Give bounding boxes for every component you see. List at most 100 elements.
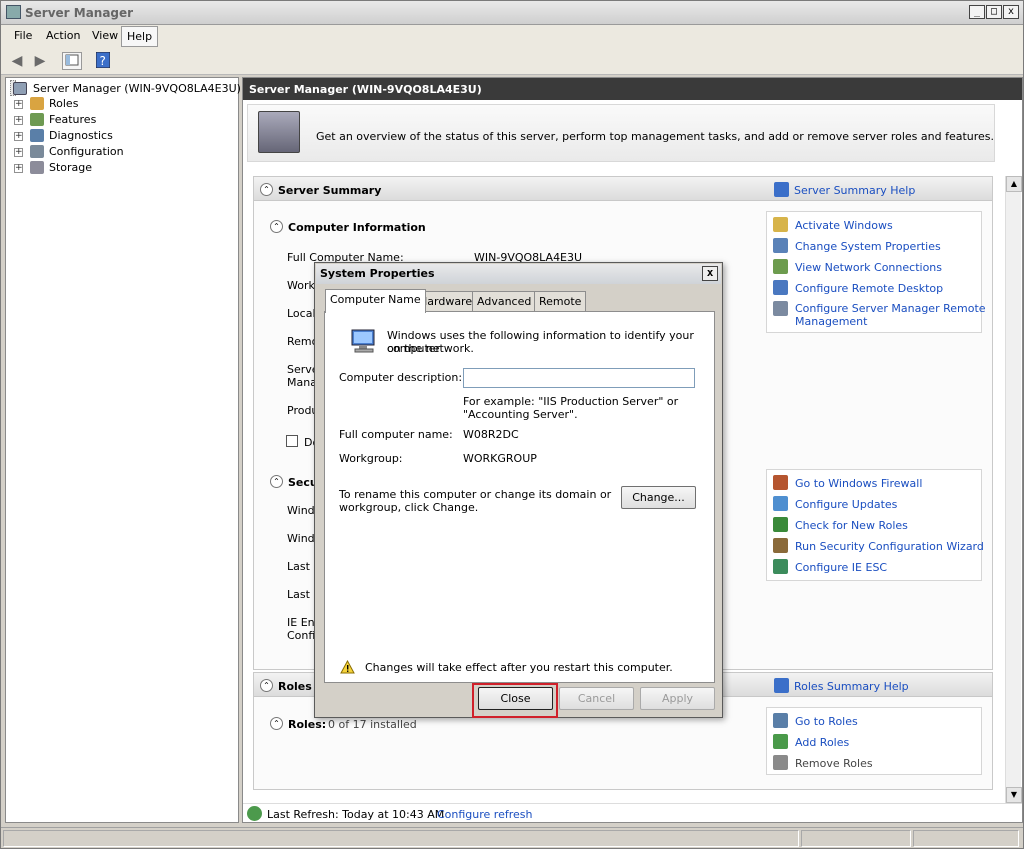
remove-roles-link[interactable]: Remove Roles xyxy=(795,757,873,770)
configure-updates-link[interactable]: Configure Updates xyxy=(795,498,897,511)
roles-summary-help-link[interactable]: Roles Summary Help xyxy=(794,680,909,693)
expand-icon[interactable]: + xyxy=(14,116,23,125)
configure-remote-management-link[interactable]: Configure Server Manager Remote xyxy=(795,302,986,315)
menu-file[interactable]: File xyxy=(14,29,32,42)
change-button[interactable]: Change... xyxy=(621,486,696,509)
help-icon[interactable]: ? xyxy=(93,51,113,70)
check-roles-icon xyxy=(773,517,788,532)
server-icon xyxy=(13,82,27,95)
status-segment xyxy=(801,830,911,847)
tab-advanced[interactable]: Advanced xyxy=(472,291,537,311)
computer-name-tab-panel: Windows uses the following information t… xyxy=(324,311,715,683)
view-network-connections-link[interactable]: View Network Connections xyxy=(795,261,942,274)
tree-root-server-manager[interactable]: Server Manager (WIN-9VQO8LA4E3U) xyxy=(10,80,241,96)
expand-icon[interactable]: + xyxy=(14,100,23,109)
last-refresh-text: Last Refresh: Today at 10:43 AM xyxy=(267,808,445,821)
svg-text:?: ? xyxy=(100,54,106,68)
minimize-button[interactable]: _ xyxy=(969,5,985,19)
storage-icon xyxy=(30,161,44,174)
server-summary-help-link[interactable]: Server Summary Help xyxy=(794,184,915,197)
tree-item-configuration[interactable]: + Configuration xyxy=(6,144,206,160)
tab-remote[interactable]: Remote xyxy=(534,291,587,311)
diagnostics-icon xyxy=(30,129,44,142)
tree-item-label: Configuration xyxy=(49,145,124,158)
tree-item-label: Storage xyxy=(49,161,93,174)
scroll-down-arrow-icon[interactable]: ▼ xyxy=(1006,787,1022,803)
menu-view[interactable]: View xyxy=(92,29,118,42)
maximize-button[interactable]: □ xyxy=(986,5,1002,19)
collapse-icon[interactable]: ⌃ xyxy=(260,679,273,692)
go-to-windows-firewall-link[interactable]: Go to Windows Firewall xyxy=(795,477,922,490)
apply-button[interactable]: Apply xyxy=(640,687,715,710)
back-arrow-icon[interactable]: ◀ xyxy=(7,52,27,70)
console-tree: Server Manager (WIN-9VQO8LA4E3U) + Roles… xyxy=(5,77,241,823)
forward-arrow-icon[interactable]: ▶ xyxy=(30,52,50,70)
check-for-new-roles-link[interactable]: Check for New Roles xyxy=(795,519,908,532)
menu-bar: File Action View Help xyxy=(1,25,1023,47)
tree-item-roles[interactable]: + Roles xyxy=(6,96,206,112)
network-icon xyxy=(773,259,788,274)
roles-count: 0 of 17 installed xyxy=(328,718,417,731)
help-icon xyxy=(774,182,789,197)
system-properties-dialog: System Properties x Computer Name Hardwa… xyxy=(314,262,723,718)
dont-show-checkbox[interactable] xyxy=(286,435,298,447)
collapse-icon[interactable]: ⌃ xyxy=(260,183,273,196)
configure-refresh-link[interactable]: Configure refresh xyxy=(437,808,532,821)
configure-remote-desktop-link[interactable]: Configure Remote Desktop xyxy=(795,282,943,295)
scroll-up-arrow-icon[interactable]: ▲ xyxy=(1006,176,1022,192)
refresh-bar: Last Refresh: Today at 10:43 AM Configur… xyxy=(243,803,1022,822)
remote-desktop-icon xyxy=(773,280,788,295)
tab-computer-name[interactable]: Computer Name xyxy=(325,289,426,313)
info-label: Mana xyxy=(287,376,317,389)
add-roles-link[interactable]: Add Roles xyxy=(795,736,849,749)
remote-management-icon xyxy=(773,301,788,316)
full-computer-name-value: W08R2DC xyxy=(463,428,519,441)
dialog-close-icon[interactable]: x xyxy=(702,266,718,281)
collapse-icon[interactable]: ⌃ xyxy=(270,717,283,730)
configuration-icon xyxy=(30,145,44,158)
menu-action[interactable]: Action xyxy=(46,29,80,42)
dialog-title-bar[interactable]: System Properties x xyxy=(316,264,721,284)
go-to-roles-link[interactable]: Go to Roles xyxy=(795,715,858,728)
dialog-title: System Properties xyxy=(320,267,435,280)
help-icon xyxy=(774,678,789,693)
cancel-button[interactable]: Cancel xyxy=(559,687,634,710)
expand-icon[interactable]: + xyxy=(14,148,23,157)
refresh-icon xyxy=(247,806,262,821)
expand-icon[interactable]: + xyxy=(14,164,23,173)
vertical-scrollbar[interactable]: ▲ ▼ xyxy=(1005,176,1022,803)
computer-description-input[interactable] xyxy=(463,368,695,388)
info-label: Local xyxy=(287,307,316,320)
computer-network-icon xyxy=(351,329,375,353)
collapse-icon[interactable]: ⌃ xyxy=(270,475,283,488)
tree-item-label: Roles xyxy=(49,97,79,110)
security-tasks: Go to Windows Firewall Configure Updates… xyxy=(766,469,984,581)
overview-text: Get an overview of the status of this se… xyxy=(316,130,995,143)
tree-item-diagnostics[interactable]: + Diagnostics xyxy=(6,128,206,144)
tree-item-features[interactable]: + Features xyxy=(6,112,206,128)
ie-esc-icon xyxy=(773,559,788,574)
configure-remote-management-link-2[interactable]: Management xyxy=(795,315,867,328)
features-icon xyxy=(30,113,44,126)
title-bar[interactable]: Server Manager _ □ x xyxy=(1,1,1023,25)
windows-update-icon xyxy=(773,496,788,511)
remove-roles-icon xyxy=(773,755,788,770)
status-bar xyxy=(1,827,1023,848)
collapse-icon[interactable]: ⌃ xyxy=(270,220,283,233)
configure-ie-esc-link[interactable]: Configure IE ESC xyxy=(795,561,887,574)
workgroup-value: WORKGROUP xyxy=(463,452,537,465)
show-hide-console-tree-icon[interactable] xyxy=(62,52,82,70)
change-system-properties-link[interactable]: Change System Properties xyxy=(795,240,941,253)
window-title: Server Manager xyxy=(25,6,134,20)
menu-help[interactable]: Help xyxy=(121,26,159,47)
roles-label: Roles: xyxy=(288,718,327,731)
computer-information-title: Computer Information xyxy=(288,221,426,234)
intro-text-2: on the network. xyxy=(387,342,474,355)
status-segment xyxy=(3,830,799,847)
expand-icon[interactable]: + xyxy=(14,132,23,141)
activate-windows-link[interactable]: Activate Windows xyxy=(795,219,893,232)
security-label: Last i xyxy=(287,588,317,601)
tree-item-storage[interactable]: + Storage xyxy=(6,160,206,176)
run-security-configuration-wizard-link[interactable]: Run Security Configuration Wizard xyxy=(795,540,984,553)
close-button[interactable]: x xyxy=(1003,5,1019,19)
